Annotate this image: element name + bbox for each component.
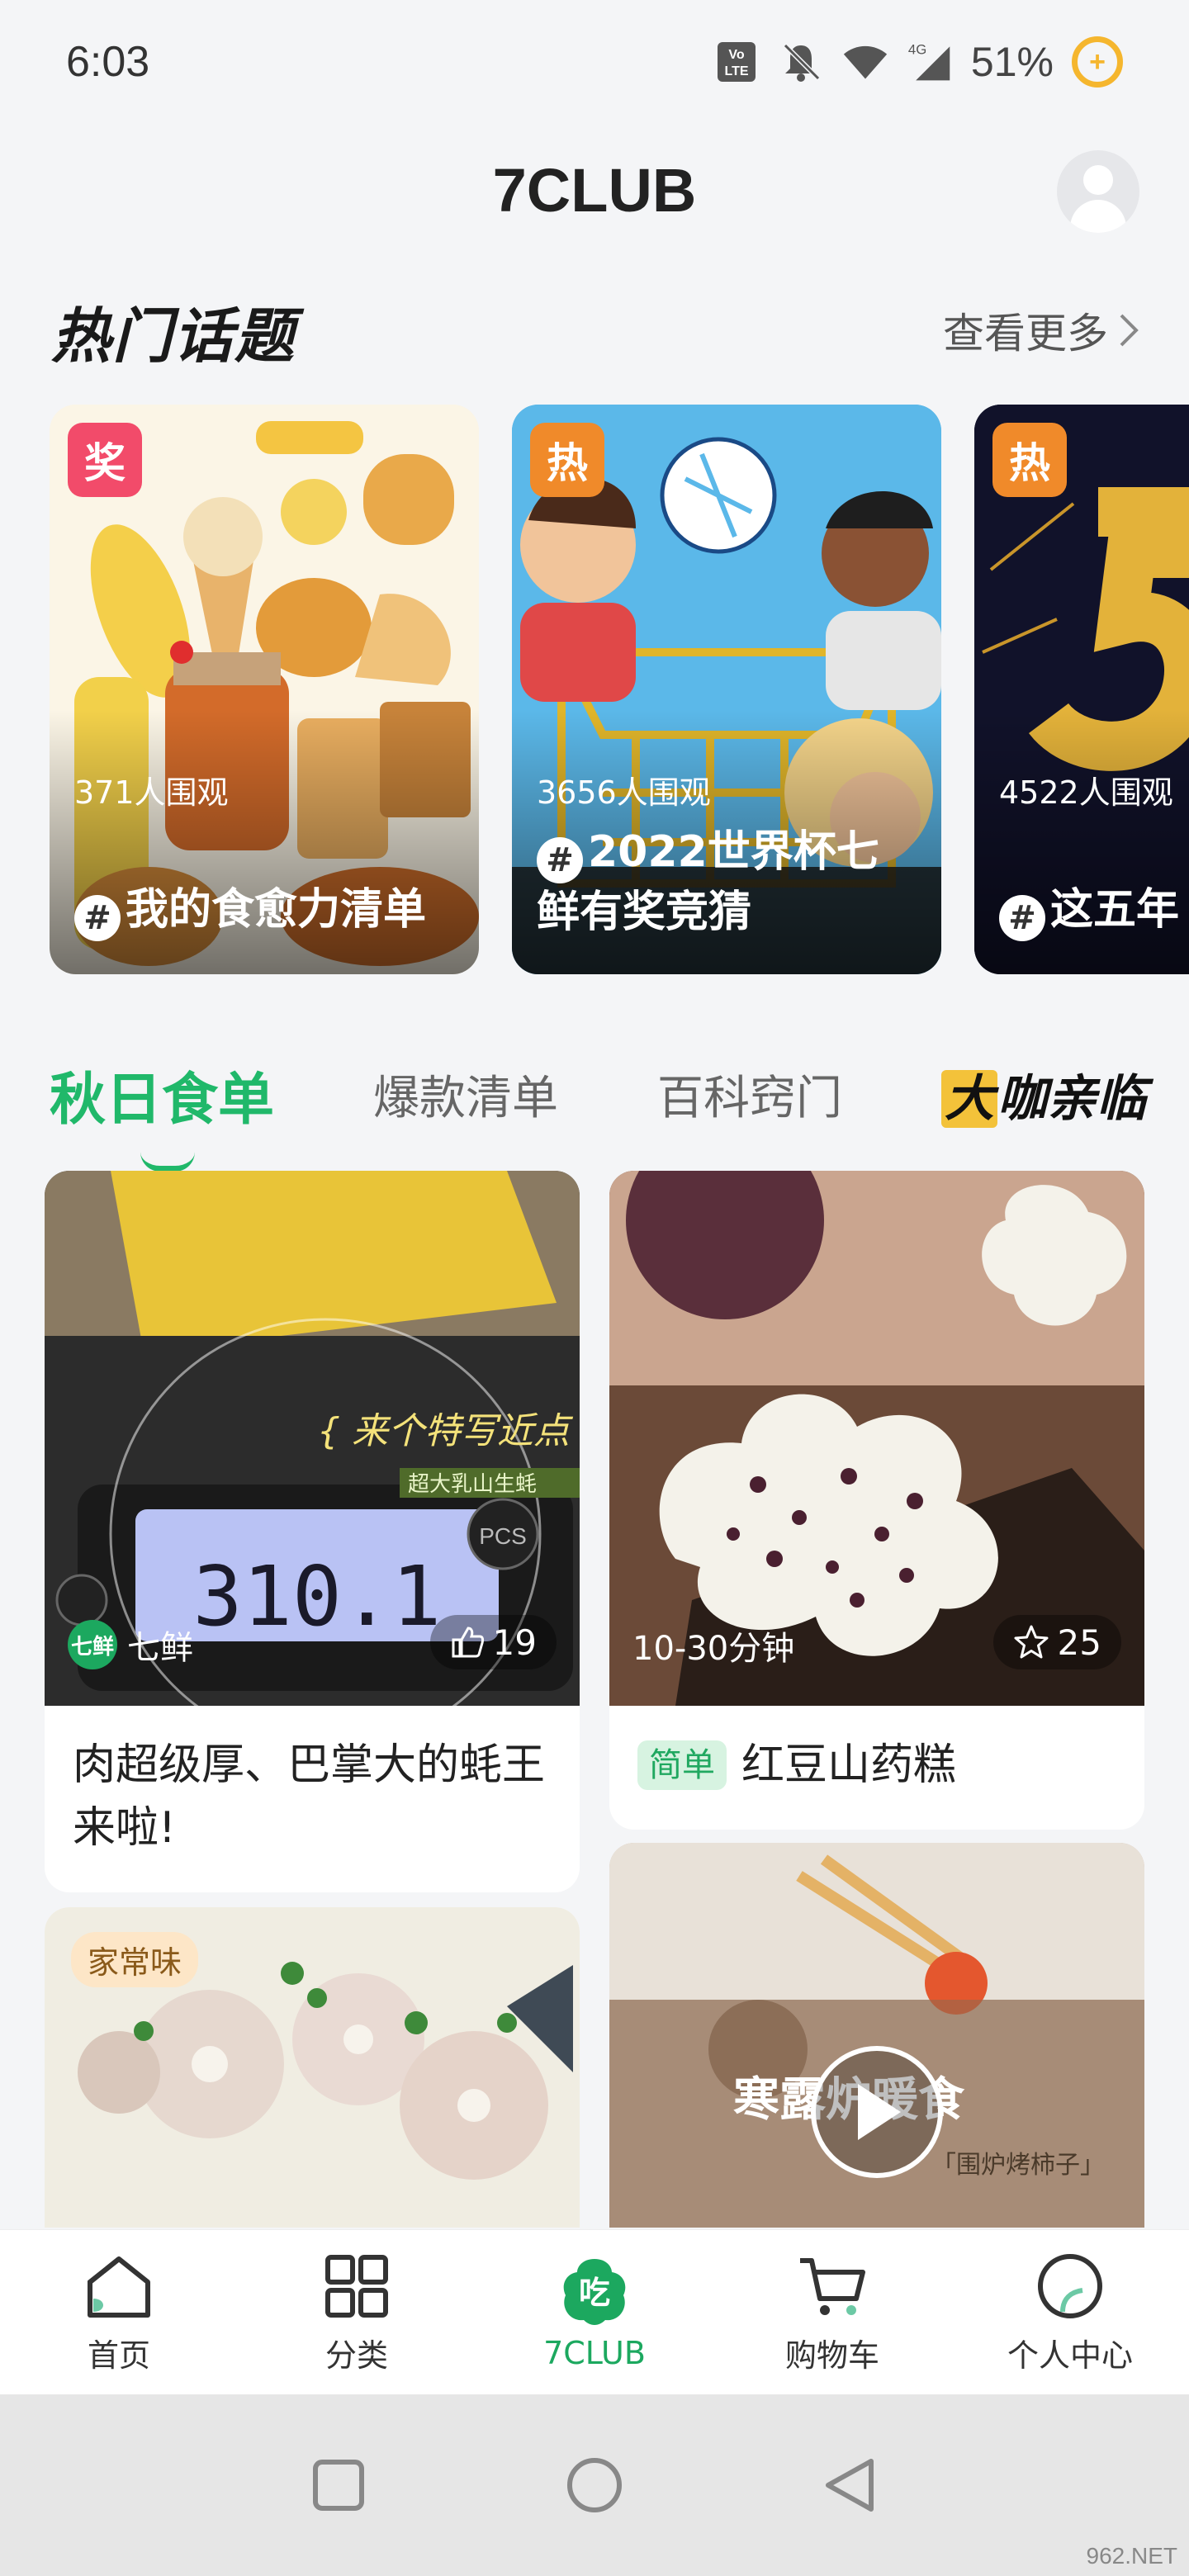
svg-text:「围炉烤柿子」: 「围炉烤柿子」: [931, 2151, 1105, 2180]
flavor-tag: 家常味: [71, 1932, 199, 1987]
cart-icon: [800, 2258, 865, 2315]
recipe-card[interactable]: PCS 超大乳山生蚝 { 来个特写近点 310.1 七鲜 七鲜 19 肉超级厚、…: [45, 1171, 580, 1892]
page-title: 7CLUB: [492, 155, 697, 225]
svg-text:超大乳山生蚝: 超大乳山生蚝: [408, 1472, 537, 1497]
back-button[interactable]: [817, 2452, 883, 2518]
app-header: 7CLUB: [0, 132, 1189, 248]
nav-7club[interactable]: 吃 7CLUB: [504, 2254, 685, 2371]
hot-topics-carousel[interactable]: 奖 371人围观 # 我的食愈力清单 热 3656人围观 # 2022世界杯七鲜…: [50, 405, 1189, 974]
battery-saver-icon: +: [1072, 36, 1123, 88]
recipe-card[interactable]: 家常味: [45, 1907, 580, 2228]
like-count: 19: [492, 1622, 537, 1663]
mute-bell-icon: [778, 39, 824, 85]
status-bar: 6:03 Vo LTE 4G 51% +: [0, 0, 1189, 124]
cook-time: 10-30分钟: [632, 1630, 795, 1668]
hashtag-icon: #: [999, 895, 1045, 941]
recipe-image: PCS 超大乳山生蚝 { 来个特写近点 310.1 七鲜 七鲜 19: [45, 1171, 580, 1706]
eat-icon: 吃: [563, 2258, 626, 2325]
chevron-right-icon: [1120, 314, 1139, 347]
svg-text:4G: 4G: [908, 42, 926, 58]
hot-badge: 热: [992, 423, 1067, 497]
video-card[interactable]: 寒露炉暖食 「围炉烤柿子」: [609, 1843, 1144, 2228]
star-count: 25: [1057, 1622, 1101, 1663]
hashtag-icon: #: [74, 895, 121, 941]
nav-profile[interactable]: 个人中心: [979, 2249, 1161, 2375]
avatar[interactable]: [1057, 150, 1139, 233]
circle-icon: [567, 2458, 622, 2512]
system-navigation: 962.NET: [0, 2394, 1189, 2576]
svg-text:PCS: PCS: [479, 1523, 527, 1549]
volte-icon: Vo LTE: [713, 39, 760, 85]
topic-views: 4522人围观: [999, 774, 1173, 811]
video-thumbnail: 寒露炉暖食 「围炉烤柿子」: [609, 1843, 1144, 2228]
author-info: 七鲜 七鲜: [68, 1620, 193, 1669]
recipe-image: 10-30分钟 25: [609, 1171, 1144, 1706]
nav-home[interactable]: 首页: [28, 2249, 210, 2375]
hashtag-icon: #: [537, 837, 583, 883]
svg-text:310.1: 310.1: [192, 1548, 441, 1645]
battery-percent: 51%: [970, 39, 1054, 85]
topic-card[interactable]: 奖 371人围观 # 我的食愈力清单: [50, 405, 479, 974]
recipe-title: 红豆山药糕: [741, 1740, 957, 1790]
status-time: 6:03: [66, 38, 150, 86]
recipe-image: 家常味: [45, 1907, 580, 2228]
hot-badge: 热: [530, 423, 604, 497]
see-more-link[interactable]: 查看更多: [943, 301, 1139, 360]
topic-title: # 这五年: [999, 881, 1189, 941]
svg-text:吃: 吃: [579, 2275, 610, 2311]
active-tab-indicator: [140, 1152, 195, 1172]
watermark: 962.NET: [1086, 2543, 1178, 2569]
signal-icon: 4G: [907, 39, 953, 85]
hot-topics-title: 热门话题: [51, 301, 296, 371]
hot-topics-header: 热门话题 查看更多: [51, 289, 1139, 372]
square-icon: [313, 2460, 364, 2511]
difficulty-tag: 简单: [637, 1740, 727, 1790]
recents-button[interactable]: [306, 2452, 372, 2518]
home-button[interactable]: [561, 2452, 628, 2518]
svg-text:LTE: LTE: [724, 64, 748, 78]
topic-card[interactable]: 热 4522人围观 # 这五年: [974, 405, 1189, 974]
topic-title: # 我的食愈力清单: [74, 881, 459, 941]
like-button[interactable]: 19: [429, 1615, 557, 1669]
author-name: 七鲜: [127, 1629, 193, 1667]
play-icon: [858, 2084, 901, 2140]
play-button[interactable]: [811, 2046, 943, 2178]
back-triangle-icon: [826, 2459, 874, 2512]
profile-icon: [1038, 2254, 1102, 2318]
see-more-label: 查看更多: [943, 310, 1108, 358]
bottom-navigation: 首页 分类 吃 7CLUB 购物车 个人中心: [0, 2229, 1189, 2394]
topic-title: #2022世界杯七鲜有奖竞猜: [537, 827, 879, 937]
svg-text:Vo: Vo: [728, 48, 744, 62]
favorite-button[interactable]: 25: [992, 1615, 1121, 1669]
wifi-icon: [842, 39, 888, 85]
topic-views: 371人围观: [74, 774, 229, 811]
category-icon: [325, 2255, 388, 2318]
award-badge: 奖: [68, 423, 142, 497]
nav-category[interactable]: 分类: [266, 2249, 448, 2375]
recipe-card[interactable]: 10-30分钟 25 简单 红豆山药糕: [609, 1171, 1144, 1830]
thumbs-up-icon: [452, 1627, 484, 1658]
content-tabs: 秋日食单 爆款清单 百科窍门 大咖亲临: [50, 1040, 1189, 1172]
recipe-feed[interactable]: PCS 超大乳山生蚝 { 来个特写近点 310.1 七鲜 七鲜 19 肉超级厚、…: [45, 1171, 1144, 2228]
tab-tips[interactable]: 百科窍门: [657, 1061, 842, 1128]
recipe-title-row: 简单 红豆山药糕: [609, 1706, 1144, 1830]
nav-cart[interactable]: 购物车: [741, 2249, 923, 2375]
author-logo: 七鲜: [68, 1620, 117, 1669]
tab-autumn-menu[interactable]: 秋日食单: [50, 1054, 274, 1172]
tab-big-shot[interactable]: 大咖亲临: [941, 1058, 1146, 1130]
svg-text:{ 来个特写近点: { 来个特写近点: [317, 1410, 574, 1452]
topic-card[interactable]: 热 3656人围观 #2022世界杯七鲜有奖竞猜: [512, 405, 941, 974]
topic-views: 3656人围观: [537, 774, 711, 811]
tab-hot-list[interactable]: 爆款清单: [373, 1061, 558, 1128]
home-icon: [88, 2256, 150, 2318]
recipe-title: 肉超级厚、巴掌大的蚝王来啦!: [73, 1740, 546, 1853]
star-icon: [1014, 1625, 1049, 1659]
